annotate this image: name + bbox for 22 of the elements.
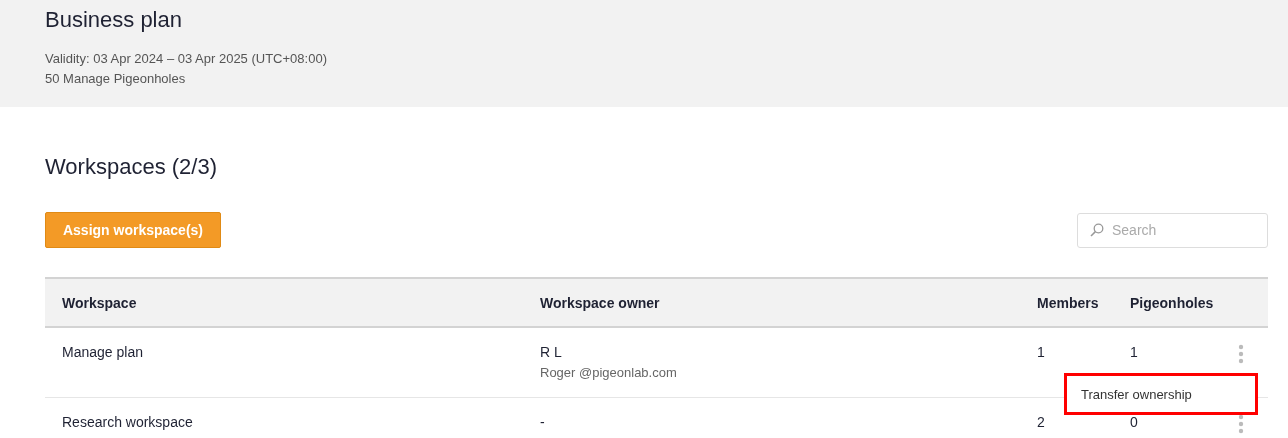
table-cell: - — [540, 414, 545, 430]
column-header: Workspace — [62, 294, 137, 311]
validity-text: Validity: 03 Apr 2024 – 03 Apr 2025 (UTC+08:00) — [45, 50, 328, 68]
table-cell: 0 — [1130, 414, 1138, 430]
search-input[interactable]: Search — [1110, 221, 1254, 239]
menu-item[interactable]: Transfer ownership — [1067, 386, 1192, 402]
table-cell: R L — [540, 344, 562, 360]
quota-text: 50 Manage Pigeonholes — [45, 70, 187, 88]
plan-title: Business plan — [45, 6, 183, 34]
column-header: Members — [1037, 294, 1099, 311]
table-cell: 1 — [1037, 344, 1045, 360]
table-cell: Research workspace — [62, 414, 193, 430]
table-cell: Manage plan — [62, 344, 143, 360]
section-heading: Workspaces (2/3) — [45, 153, 218, 181]
table-cell: 1 — [1130, 344, 1138, 360]
table-cell: 2 — [1037, 414, 1045, 430]
column-header: Workspace owner — [540, 294, 660, 311]
search-icon — [1090, 223, 1104, 237]
owner-email: Roger @pigeonlab.com — [540, 365, 677, 380]
search-field[interactable]: Search — [1077, 212, 1268, 248]
column-header: Pigeonholes — [1130, 294, 1214, 311]
more-icon[interactable] — [1238, 414, 1244, 434]
